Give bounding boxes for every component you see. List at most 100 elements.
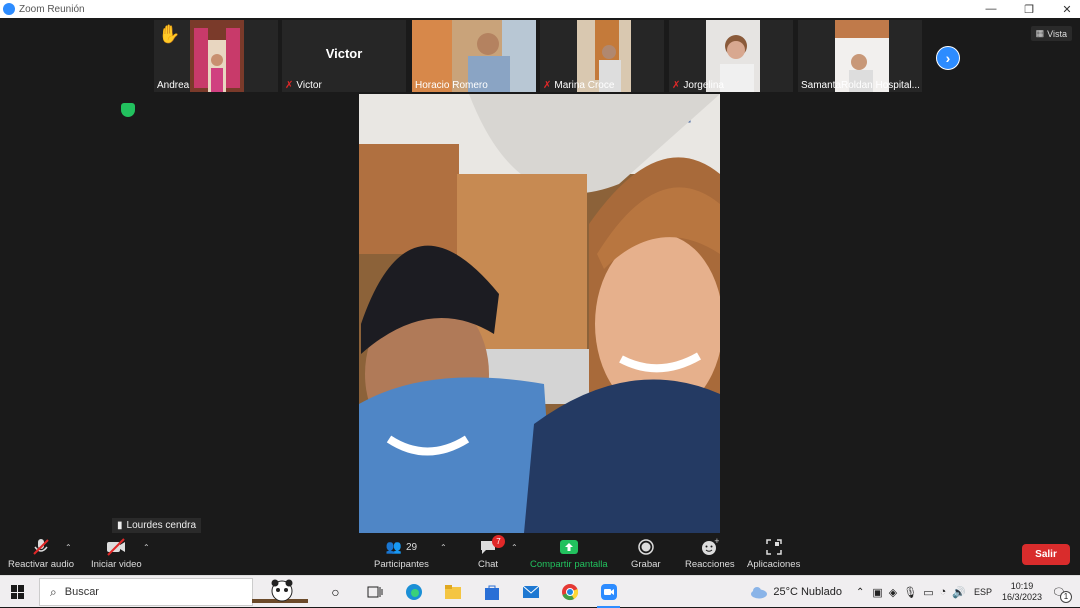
mic-muted-icon: ✗ bbox=[285, 80, 294, 91]
reactions-label: Reacciones bbox=[685, 559, 735, 570]
main-video-image bbox=[359, 94, 720, 533]
circle-icon: ○ bbox=[331, 584, 340, 600]
weather-text[interactable]: 25°C Nublado bbox=[773, 586, 842, 598]
network-icon[interactable]: ◈ bbox=[889, 586, 897, 599]
participants-options-caret[interactable]: ⌃ bbox=[440, 543, 447, 552]
zoom-logo-icon bbox=[3, 3, 15, 15]
participants-button[interactable]: 👥 29 Participantes bbox=[374, 537, 429, 570]
participant-tile-horacio[interactable]: Horacio Romero bbox=[412, 20, 536, 92]
chevron-right-icon: › bbox=[945, 50, 951, 66]
meeting-stage: ✋ Andrea Victor ✗Victor Horacio Romero bbox=[0, 18, 1080, 537]
smiley-plus-icon: + bbox=[701, 538, 719, 555]
restore-button[interactable]: ❐ bbox=[1022, 3, 1036, 16]
os-taskbar: ⌕ Buscar ○ 25°C Nublado ⌃ ▣ ◈ 🎙 ▭ ◔ 🔊 ES… bbox=[0, 575, 1080, 608]
record-icon bbox=[638, 539, 654, 555]
volume-icon[interactable]: 🔊 bbox=[952, 586, 966, 599]
notification-center-icon[interactable]: 🗨 1 bbox=[1052, 586, 1072, 603]
language-indicator[interactable]: ESP bbox=[974, 587, 992, 597]
meet-now-icon[interactable]: ▣ bbox=[872, 586, 882, 599]
chat-unread-badge: 7 bbox=[492, 535, 506, 548]
start-video-button[interactable]: Iniciar video bbox=[91, 537, 142, 570]
record-label: Grabar bbox=[631, 559, 661, 570]
reactions-button[interactable]: + Reacciones bbox=[685, 537, 735, 570]
chrome-button[interactable] bbox=[550, 576, 589, 608]
chevron-up-icon[interactable]: ⌃ bbox=[856, 587, 864, 598]
grid-view-icon: ▦ bbox=[1035, 28, 1045, 38]
edge-button[interactable] bbox=[394, 576, 433, 608]
clock-time: 10:19 bbox=[1010, 581, 1034, 591]
video-feed bbox=[190, 20, 244, 92]
share-screen-button[interactable]: Compartir pantalla bbox=[530, 537, 608, 570]
participant-tile-andrea[interactable]: ✋ Andrea bbox=[154, 20, 278, 92]
clock-date: 16/3/2023 bbox=[1001, 592, 1043, 602]
signal-bars-icon: ▮ bbox=[117, 520, 123, 531]
store-button[interactable] bbox=[472, 576, 511, 608]
video-options-caret[interactable]: ⌃ bbox=[143, 543, 150, 552]
task-view-icon bbox=[367, 586, 382, 598]
view-button-label: Vista bbox=[1047, 28, 1067, 39]
wifi-icon[interactable]: ◔ bbox=[940, 586, 947, 598]
window-titlebar: Zoom Reunión — ❐ ✕ bbox=[0, 0, 1080, 18]
folder-icon bbox=[444, 585, 461, 599]
search-placeholder: Buscar bbox=[64, 586, 99, 598]
file-explorer-button[interactable] bbox=[433, 576, 472, 608]
meeting-toolbar: Reactivar audio ⌃ Iniciar video ⌃ 👥 29 P… bbox=[0, 535, 1080, 575]
taskbar-apps: ○ bbox=[316, 576, 628, 608]
participant-name: Marina Croce bbox=[554, 80, 615, 91]
share-screen-label: Compartir pantalla bbox=[530, 559, 608, 570]
task-view-button[interactable] bbox=[355, 576, 394, 608]
leave-button[interactable]: Salir bbox=[1022, 544, 1070, 565]
audio-options-caret[interactable]: ⌃ bbox=[65, 543, 72, 552]
participant-name: Victor bbox=[296, 80, 322, 91]
participants-label: Participantes bbox=[374, 559, 429, 570]
notification-count: 1 bbox=[1060, 590, 1072, 603]
zoom-taskbar-button[interactable] bbox=[589, 576, 628, 608]
cloud-weather-icon bbox=[751, 587, 768, 599]
microphone-muted-icon bbox=[33, 539, 49, 555]
participant-strip: ✋ Andrea Victor ✗Victor Horacio Romero bbox=[0, 20, 1080, 92]
apps-icon bbox=[765, 539, 782, 555]
participant-name: Andrea bbox=[157, 80, 190, 91]
cortana-button[interactable]: ○ bbox=[316, 576, 355, 608]
participant-name: Horacio Romero bbox=[415, 80, 488, 91]
camera-off-icon bbox=[107, 538, 126, 556]
search-icon: ⌕ bbox=[50, 584, 57, 599]
active-speaker-name: Lourdes cendra bbox=[126, 520, 197, 531]
apps-button[interactable]: Aplicaciones bbox=[747, 537, 800, 570]
participant-display-name: Victor bbox=[325, 46, 363, 61]
mic-muted-icon: ✗ bbox=[672, 80, 681, 91]
next-page-button[interactable]: › bbox=[936, 46, 960, 70]
windows-start-icon[interactable] bbox=[11, 585, 25, 599]
microphone-icon[interactable]: 🎙 bbox=[903, 586, 917, 599]
mail-button[interactable] bbox=[511, 576, 550, 608]
edge-icon bbox=[405, 584, 422, 600]
main-video-feed bbox=[359, 94, 720, 533]
view-button[interactable]: ▦ Vista bbox=[1030, 26, 1072, 41]
chat-options-caret[interactable]: ⌃ bbox=[511, 543, 518, 552]
window-controls: — ❐ ✕ bbox=[984, 0, 1074, 18]
mail-icon bbox=[522, 585, 539, 598]
participant-tile-victor[interactable]: Victor ✗ Victor bbox=[282, 20, 406, 92]
raised-hand-icon: ✋ bbox=[158, 24, 181, 44]
store-icon bbox=[484, 585, 499, 600]
start-video-label: Iniciar video bbox=[91, 559, 142, 570]
chat-button[interactable]: 7 Chat bbox=[478, 535, 506, 570]
battery-icon[interactable]: ▭ bbox=[923, 586, 933, 599]
participant-tile-jorgelina[interactable]: ✗ Jorgelina bbox=[669, 20, 793, 92]
clock[interactable]: 10:19 16/3/2023 bbox=[1002, 581, 1042, 603]
minimize-button[interactable]: — bbox=[984, 3, 998, 15]
record-button[interactable]: Grabar bbox=[631, 537, 661, 570]
unmute-audio-button[interactable]: Reactivar audio bbox=[8, 537, 74, 570]
panda-search-highlight-icon[interactable] bbox=[252, 577, 308, 607]
close-button[interactable]: ✕ bbox=[1060, 3, 1074, 16]
share-screen-icon bbox=[559, 540, 578, 554]
zoom-icon bbox=[600, 584, 617, 600]
participants-icon: 👥 bbox=[385, 539, 402, 554]
system-tray: 25°C Nublado ⌃ ▣ ◈ 🎙 ▭ ◔ 🔊 ESP 10:19 16/… bbox=[749, 576, 1080, 608]
mic-muted-icon: ✗ bbox=[543, 80, 552, 91]
participant-tile-samanta[interactable]: SamantaRoldan Hospital... bbox=[798, 20, 922, 92]
participant-tile-marina[interactable]: ✗ Marina Croce bbox=[540, 20, 664, 92]
taskbar-search-box[interactable]: ⌕ Buscar bbox=[39, 578, 253, 606]
apps-label: Aplicaciones bbox=[747, 559, 801, 570]
active-speaker-label: ▮ Lourdes cendra bbox=[112, 518, 202, 533]
